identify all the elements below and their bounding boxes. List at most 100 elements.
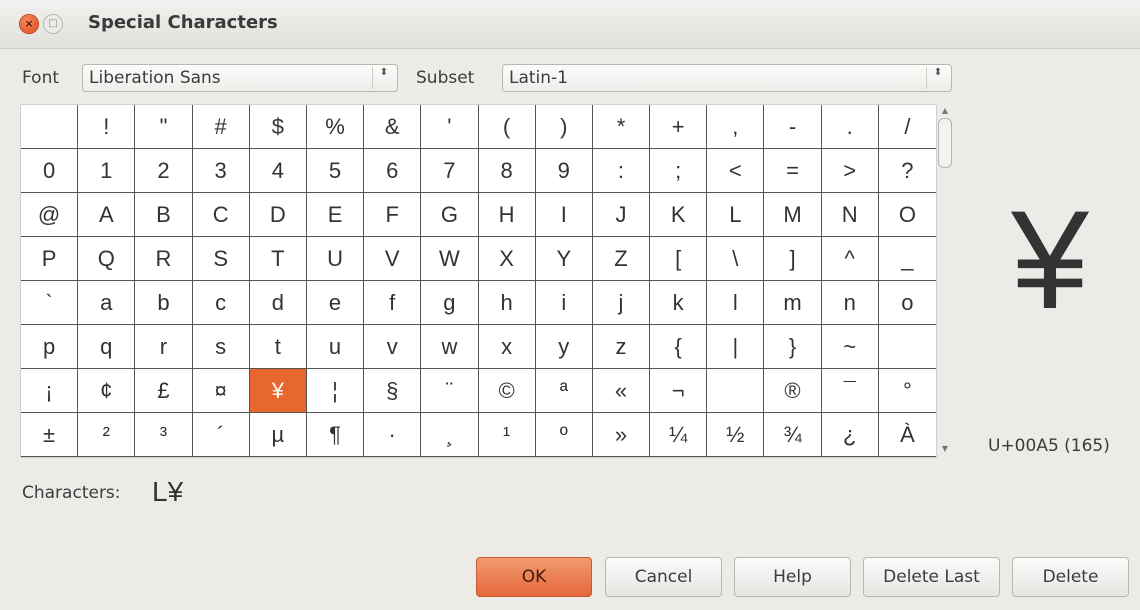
character-cell[interactable]: ] xyxy=(764,237,822,281)
character-cell[interactable]: V xyxy=(364,237,422,281)
character-cell[interactable]: - xyxy=(764,105,822,149)
character-cell[interactable]: 3 xyxy=(192,149,250,193)
character-cell[interactable]: £ xyxy=(135,369,193,413)
character-cell[interactable]: k xyxy=(650,281,708,325)
character-cell[interactable]: ! xyxy=(78,105,136,149)
character-cell[interactable]: | xyxy=(707,325,765,369)
font-select[interactable]: Liberation Sans ⬍ xyxy=(82,64,398,92)
character-cell[interactable]: T xyxy=(249,237,307,281)
character-cell[interactable]: z xyxy=(592,325,651,369)
character-cell[interactable]: 2 xyxy=(135,149,193,193)
character-cell[interactable]: © xyxy=(478,369,536,413)
character-cell[interactable]: A xyxy=(78,193,136,237)
character-cell[interactable]: x xyxy=(478,325,536,369)
character-cell[interactable]: L xyxy=(707,193,765,237)
scroll-up-icon[interactable]: ▲ xyxy=(939,106,951,118)
character-cell[interactable]: ¨ xyxy=(421,369,479,413)
maximize-icon[interactable]: □ xyxy=(44,15,62,33)
character-cell[interactable]: f xyxy=(364,281,422,325)
character-cell[interactable]: 9 xyxy=(535,149,593,193)
character-cell[interactable]: 1 xyxy=(78,149,136,193)
character-cell[interactable]: % xyxy=(306,105,365,149)
ok-button[interactable]: OK xyxy=(476,557,592,597)
delete-last-button[interactable]: Delete Last xyxy=(863,557,1000,597)
character-cell[interactable]: v xyxy=(364,325,422,369)
character-cell[interactable]: g xyxy=(421,281,479,325)
character-cell[interactable]: h xyxy=(478,281,536,325)
character-cell[interactable]: } xyxy=(764,325,822,369)
character-cell[interactable]: ¿ xyxy=(821,413,879,457)
character-cell[interactable]: @ xyxy=(21,193,79,237)
character-cell[interactable]: » xyxy=(592,413,651,457)
character-cell[interactable]: / xyxy=(878,105,936,149)
character-cell[interactable]: c xyxy=(192,281,250,325)
character-cell[interactable]: N xyxy=(821,193,879,237)
character-cell[interactable]: U xyxy=(306,237,365,281)
character-cell[interactable]: r xyxy=(135,325,193,369)
character-cell[interactable]: K xyxy=(650,193,708,237)
subset-select[interactable]: Latin-1 ⬍ xyxy=(502,64,952,92)
character-cell[interactable]: ® xyxy=(764,369,822,413)
character-cell[interactable]: P xyxy=(21,237,79,281)
character-cell[interactable]: ª xyxy=(535,369,593,413)
character-cell[interactable]: ¹ xyxy=(478,413,536,457)
character-cell[interactable]: & xyxy=(364,105,422,149)
character-cell[interactable]: § xyxy=(364,369,422,413)
character-cell[interactable]: a xyxy=(78,281,136,325)
character-cell[interactable]: { xyxy=(650,325,708,369)
character-cell[interactable]: 6 xyxy=(364,149,422,193)
character-cell[interactable]: I xyxy=(535,193,593,237)
character-cell[interactable]: J xyxy=(592,193,651,237)
character-cell[interactable]: m xyxy=(764,281,822,325)
character-cell[interactable]: j xyxy=(592,281,651,325)
character-cell[interactable]: ± xyxy=(21,413,79,457)
grid-scrollbar[interactable]: ▲ ▼ xyxy=(936,104,954,458)
character-cell[interactable]: , xyxy=(707,105,765,149)
character-cell[interactable]: n xyxy=(821,281,879,325)
character-cell[interactable]: ¼ xyxy=(650,413,708,457)
character-cell[interactable]: $ xyxy=(249,105,307,149)
character-cell[interactable]: > xyxy=(821,149,879,193)
character-cell[interactable]: 4 xyxy=(249,149,307,193)
character-cell[interactable]: B xyxy=(135,193,193,237)
character-cell[interactable]: ¸ xyxy=(421,413,479,457)
character-cell[interactable] xyxy=(878,325,936,369)
character-cell[interactable]: µ xyxy=(249,413,307,457)
character-cell[interactable]: · xyxy=(364,413,422,457)
character-cell[interactable]: 0 xyxy=(21,149,79,193)
character-cell[interactable]: ¡ xyxy=(21,369,79,413)
character-cell[interactable]: ? xyxy=(878,149,936,193)
character-cell[interactable]: d xyxy=(249,281,307,325)
character-cell[interactable]: . xyxy=(821,105,879,149)
character-cell[interactable]: ¢ xyxy=(78,369,136,413)
character-cell[interactable]: i xyxy=(535,281,593,325)
character-cell[interactable]: < xyxy=(707,149,765,193)
character-cell[interactable]: º xyxy=(535,413,593,457)
character-cell[interactable]: w xyxy=(421,325,479,369)
character-cell[interactable]: R xyxy=(135,237,193,281)
character-cell[interactable]: l xyxy=(707,281,765,325)
character-cell[interactable]: o xyxy=(878,281,936,325)
cancel-button[interactable]: Cancel xyxy=(605,557,722,597)
character-cell[interactable]: ¯ xyxy=(821,369,879,413)
character-cell[interactable]: [ xyxy=(650,237,708,281)
character-cell[interactable]: M xyxy=(764,193,822,237)
character-cell[interactable]: À xyxy=(878,413,936,457)
character-cell[interactable]: Y xyxy=(535,237,593,281)
character-cell[interactable]: s xyxy=(192,325,250,369)
character-cell[interactable]: p xyxy=(21,325,79,369)
character-cell[interactable]: 5 xyxy=(306,149,365,193)
character-cell[interactable]: b xyxy=(135,281,193,325)
character-cell[interactable]: ³ xyxy=(135,413,193,457)
character-cell[interactable]: « xyxy=(592,369,651,413)
character-cell[interactable]: q xyxy=(78,325,136,369)
character-cell[interactable]: ( xyxy=(478,105,536,149)
help-button[interactable]: Help xyxy=(734,557,851,597)
character-cell[interactable]: E xyxy=(306,193,365,237)
character-cell[interactable]: S xyxy=(192,237,250,281)
character-cell[interactable]: ' xyxy=(421,105,479,149)
character-cell[interactable]: ¥ xyxy=(249,369,307,413)
character-cell[interactable]: 8 xyxy=(478,149,536,193)
character-cell[interactable]: ) xyxy=(535,105,593,149)
close-icon[interactable]: × xyxy=(20,15,38,33)
